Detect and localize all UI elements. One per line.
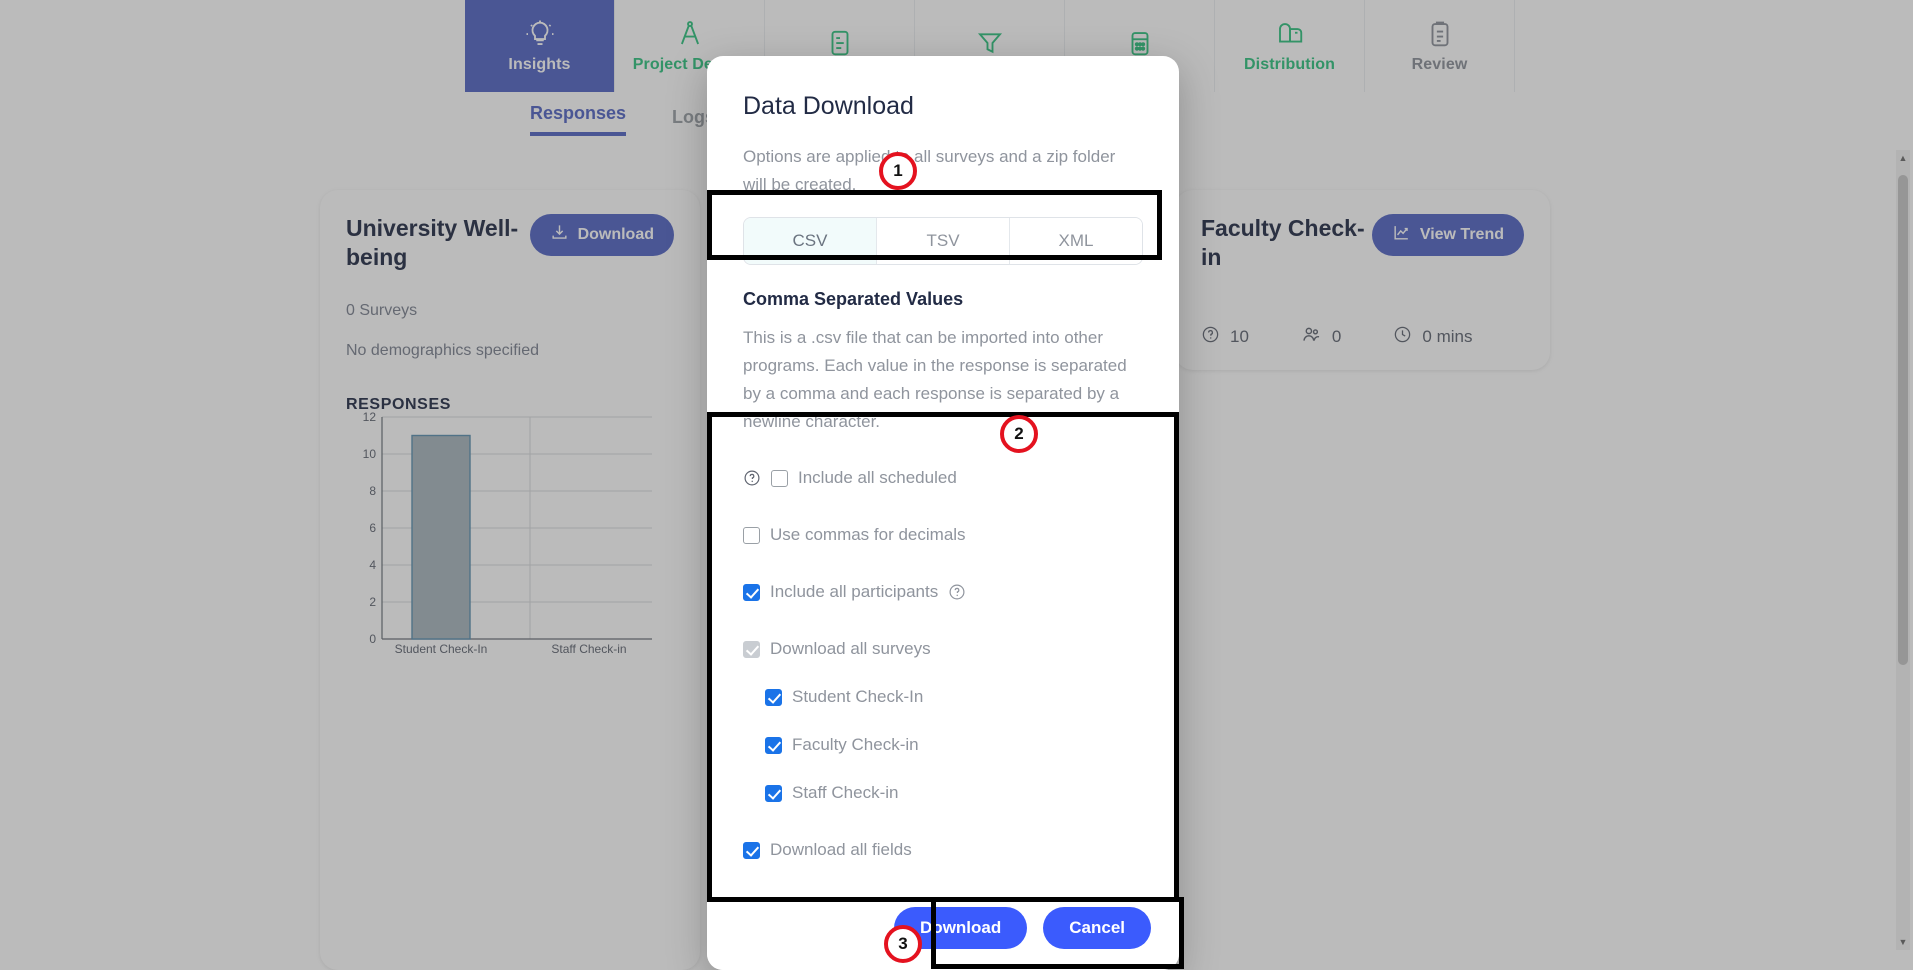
annotation-marker-3: 3 <box>884 925 922 963</box>
checkbox-survey-student-check-in[interactable] <box>765 688 782 706</box>
checkbox-include-all-participants[interactable] <box>743 583 760 601</box>
annotation-marker-1: 1 <box>879 152 917 190</box>
label-survey-faculty-check-in: Faculty Check-in <box>792 735 919 755</box>
dialog-description: Options are applied to all surveys and a… <box>743 147 1116 195</box>
format-tab-csv[interactable]: CSV <box>744 218 877 265</box>
format-title: Comma Separated Values <box>743 289 964 310</box>
data-download-dialog: Data Download Options are applied to all… <box>707 56 1179 970</box>
checkbox-download-all-surveys <box>743 640 760 658</box>
label-use-commas-for-decimals: Use commas for decimals <box>770 525 966 545</box>
checkbox-use-commas-for-decimals[interactable] <box>743 526 760 544</box>
checkbox-download-all-fields[interactable] <box>743 841 760 859</box>
option-survey-student-check-in[interactable]: Student Check-In <box>743 677 1143 717</box>
help-icon-include-all-scheduled[interactable] <box>743 469 761 487</box>
option-include-all-scheduled[interactable]: Include all scheduled <box>743 458 1143 498</box>
option-download-all-fields[interactable]: Download all fields <box>743 830 1143 870</box>
label-include-all-scheduled: Include all scheduled <box>798 468 957 488</box>
label-survey-staff-check-in: Staff Check-in <box>792 783 899 803</box>
dialog-cancel-button[interactable]: Cancel <box>1043 907 1151 949</box>
label-download-all-fields: Download all fields <box>770 840 912 860</box>
format-segmented-control: CSV TSV XML <box>743 217 1143 266</box>
label-include-all-participants: Include all participants <box>770 582 939 602</box>
label-survey-student-check-in: Student Check-In <box>792 687 924 707</box>
option-survey-staff-check-in[interactable]: Staff Check-in <box>743 773 1143 813</box>
checkbox-survey-staff-check-in[interactable] <box>765 784 782 802</box>
checkbox-survey-faculty-check-in[interactable] <box>765 736 782 754</box>
format-tab-tsv[interactable]: TSV <box>877 218 1010 265</box>
dialog-footer: Download Cancel <box>707 886 1179 970</box>
screen-root: Insights Project Design Distribution Rev… <box>0 0 1913 970</box>
checkbox-include-all-scheduled[interactable] <box>771 469 788 487</box>
annotation-marker-2: 2 <box>1000 415 1038 453</box>
option-include-all-participants[interactable]: Include all participants <box>743 572 1143 612</box>
option-survey-faculty-check-in[interactable]: Faculty Check-in <box>743 725 1143 765</box>
help-icon-include-all-participants[interactable] <box>948 583 966 601</box>
option-download-all-surveys: Download all surveys <box>743 629 1143 669</box>
format-tab-xml[interactable]: XML <box>1010 218 1142 265</box>
dialog-title: Data Download <box>743 92 914 120</box>
option-use-commas-for-decimals[interactable]: Use commas for decimals <box>743 515 1143 555</box>
format-description: This is a .csv file that can be imported… <box>743 328 1127 432</box>
label-download-all-surveys: Download all surveys <box>770 639 931 659</box>
